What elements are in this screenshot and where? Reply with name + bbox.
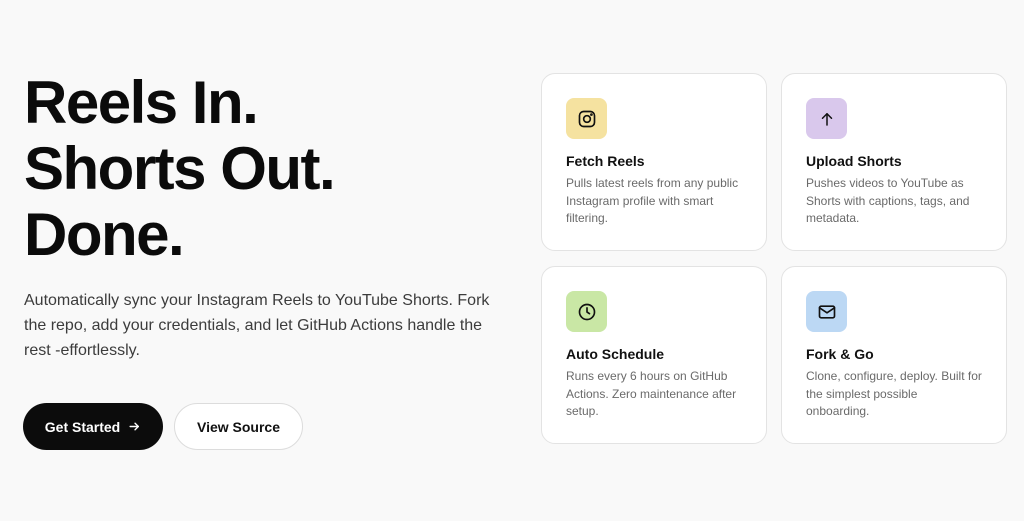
feature-text: Runs every 6 hours on GitHub Actions. Ze… xyxy=(566,369,737,418)
hero-section: Reels In. Shorts Out. Done. Automaticall… xyxy=(24,70,504,363)
arrow-up-icon xyxy=(806,98,847,139)
landing-page: Reels In. Shorts Out. Done. Automaticall… xyxy=(0,0,1024,521)
feature-card-fork-and-go: Fork & Go Clone, configure, deploy. Buil… xyxy=(781,266,1007,444)
view-source-label: View Source xyxy=(196,418,280,435)
get-started-label: Get Started xyxy=(44,418,121,435)
feature-card-auto-schedule: Auto Schedule Runs every 6 hours on GitH… xyxy=(541,266,767,444)
feature-text: Clone, configure, deploy. Built for the … xyxy=(806,369,982,418)
hero-headline: Reels In. Shorts Out. Done. xyxy=(24,70,504,268)
mail-icon xyxy=(806,291,847,332)
feature-title: Fork & Go xyxy=(806,346,874,362)
feature-card-fetch-reels: Fetch Reels Pulls latest reels from any … xyxy=(541,73,767,251)
feature-title: Upload Shorts xyxy=(806,153,902,169)
hero-actions: Get Started View Source xyxy=(23,403,303,450)
feature-title: Auto Schedule xyxy=(566,346,665,362)
hero-description: Automatically sync your Instagram Reels … xyxy=(24,292,490,359)
instagram-icon xyxy=(566,98,607,139)
headline-line-2: Shorts Out. xyxy=(24,135,336,202)
feature-text: Pushes videos to YouTube as Shorts with … xyxy=(806,176,970,225)
feature-title: Fetch Reels xyxy=(566,153,645,169)
get-started-button[interactable]: Get Started xyxy=(23,403,163,450)
headline-line-1: Reels In. xyxy=(24,69,259,136)
clock-icon xyxy=(566,291,607,332)
feature-text: Pulls latest reels from any public Insta… xyxy=(566,176,739,225)
arrow-right-icon xyxy=(128,420,141,433)
feature-card-upload-shorts: Upload Shorts Pushes videos to YouTube a… xyxy=(781,73,1007,251)
view-source-button[interactable]: View Source xyxy=(174,403,303,450)
headline-line-3: Done. xyxy=(24,201,185,268)
